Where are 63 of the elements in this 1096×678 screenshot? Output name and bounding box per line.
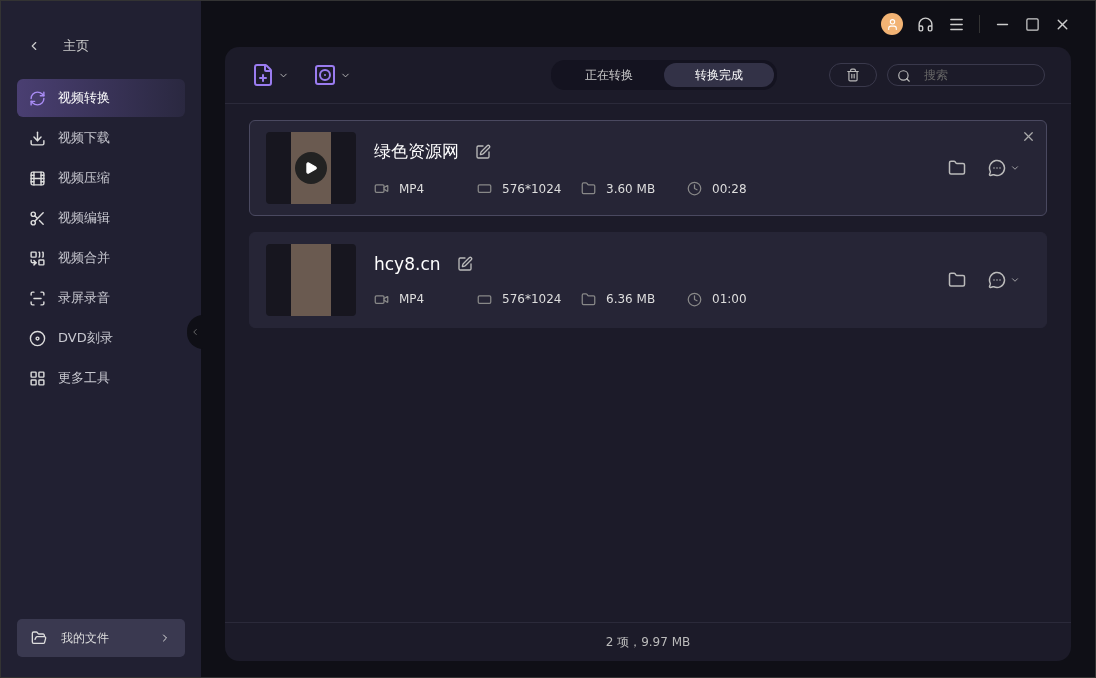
search-icon — [897, 69, 911, 83]
my-files-button[interactable]: 我的文件 — [17, 619, 185, 657]
search-field[interactable]: 搜索 — [887, 64, 1045, 86]
play-button[interactable] — [295, 152, 327, 184]
sidebar-tool-icon — [29, 329, 46, 347]
file-name: 绿色资源网 — [374, 140, 459, 163]
sidebar-item[interactable]: 更多工具 — [17, 359, 185, 397]
clock-icon — [687, 291, 702, 307]
duration-text: 01:00 — [712, 292, 747, 306]
size-text: 6.36 MB — [606, 292, 656, 306]
sidebar-tool-icon — [29, 289, 46, 307]
trash-icon — [846, 68, 860, 82]
close-icon[interactable] — [1021, 129, 1036, 144]
photo-placeholder — [291, 244, 331, 316]
maximize-icon[interactable] — [1025, 16, 1040, 32]
sidebar-item[interactable]: DVD刻录 — [17, 319, 185, 357]
sidebar-item[interactable]: 视频下载 — [17, 119, 185, 157]
add-file-button[interactable] — [251, 63, 289, 87]
duration-text: 00:28 — [712, 181, 747, 196]
folder-icon — [31, 630, 47, 646]
status-text: 2 项，9.97 MB — [225, 622, 1071, 661]
add-disc-button[interactable] — [313, 63, 351, 87]
sidebar-item[interactable]: 视频压缩 — [17, 159, 185, 197]
folder-icon[interactable] — [948, 271, 966, 289]
sidebar-tool-icon — [29, 249, 46, 267]
headset-icon[interactable] — [917, 15, 934, 33]
user-avatar[interactable] — [881, 13, 903, 35]
sidebar-item[interactable]: 视频编辑 — [17, 199, 185, 237]
sidebar-tool-icon — [29, 369, 46, 387]
edit-icon[interactable] — [456, 255, 473, 272]
collapse-handle[interactable] — [187, 315, 203, 349]
folder-icon — [581, 181, 596, 196]
chat-bubble-icon — [988, 159, 1006, 177]
file-plus-icon — [251, 63, 275, 87]
resolution-icon — [477, 181, 492, 196]
file-name: hcy8.cn — [374, 253, 441, 274]
play-icon — [304, 161, 318, 175]
resolution-text: 576*1024 — [502, 292, 562, 306]
tab[interactable]: 正在转换 — [554, 63, 664, 87]
folder-icon — [581, 291, 596, 307]
home-link[interactable]: 主页 — [17, 37, 185, 55]
home-label: 主页 — [63, 37, 89, 55]
chat-bubble-icon — [988, 271, 1006, 289]
more-options-button[interactable] — [988, 271, 1020, 289]
size-text: 3.60 MB — [606, 181, 656, 196]
edit-icon[interactable] — [475, 143, 491, 160]
clock-icon — [687, 181, 702, 196]
video-icon — [374, 181, 389, 196]
tab[interactable]: 转换完成 — [664, 63, 774, 87]
sidebar-tool-icon — [29, 89, 46, 107]
caret-icon — [1010, 275, 1020, 285]
format-text: MP4 — [399, 292, 425, 306]
sidebar-tool-icon — [29, 129, 46, 147]
format-text: MP4 — [399, 181, 425, 196]
sidebar-item[interactable]: 录屏录音 — [17, 279, 185, 317]
caret-icon — [1010, 163, 1020, 173]
sidebar-tool-icon — [29, 209, 46, 227]
folder-icon[interactable] — [948, 159, 966, 177]
resolution-text: 576*1024 — [502, 181, 562, 196]
sidebar-item[interactable]: 视频合并 — [17, 239, 185, 277]
more-options-button[interactable] — [988, 159, 1020, 177]
sidebar-tool-icon — [29, 169, 46, 187]
sidebar-item[interactable]: 视频转换 — [17, 79, 185, 117]
